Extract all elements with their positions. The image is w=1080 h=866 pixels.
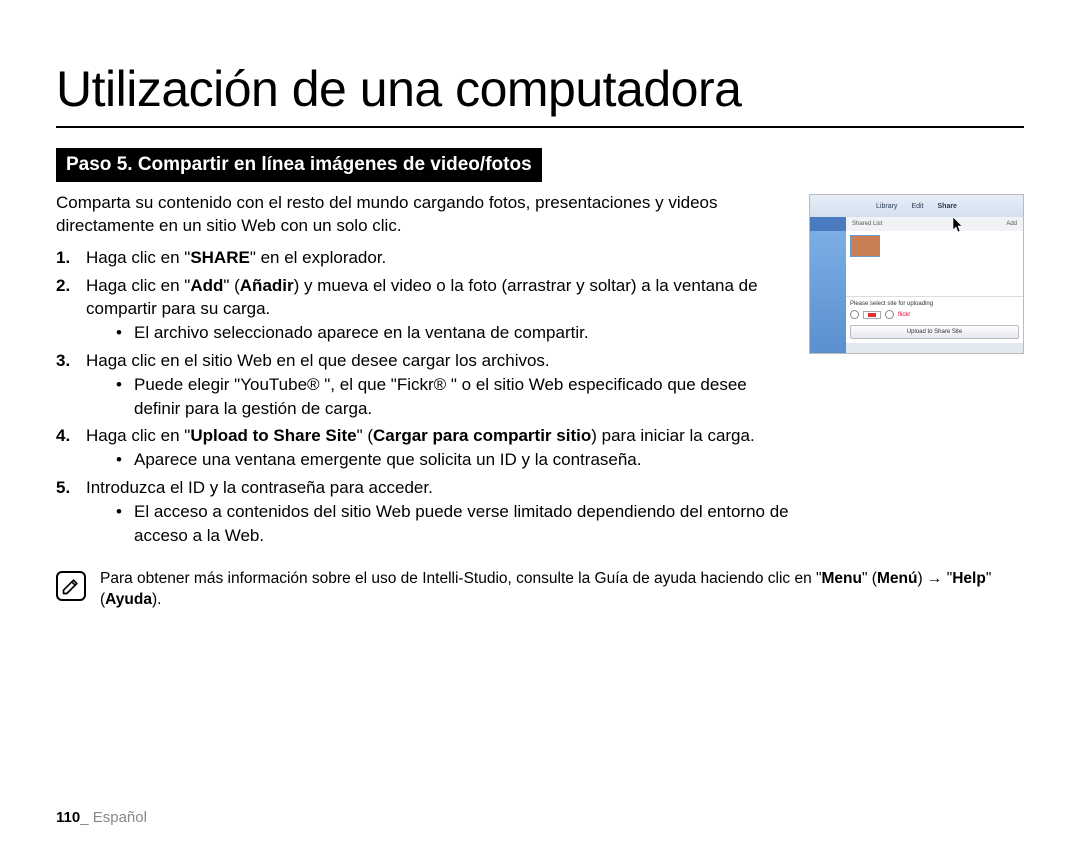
step-2-sub: El archivo seleccionado aparece en la ve…: [116, 321, 791, 345]
share-screenshot: Library Edit Share Shared ListAdd Please…: [809, 194, 1024, 354]
note-text: Para obtener más información sobre el us…: [100, 569, 1024, 611]
step-1: Haga clic en "SHARE" en el explorador.: [56, 246, 791, 270]
note-icon: [56, 571, 86, 601]
thumbnail: [850, 235, 880, 257]
step-5-sub: El acceso a contenidos del sitio Web pue…: [116, 500, 791, 548]
cursor-icon: [952, 216, 966, 234]
step-3: Haga clic en el sitio Web en el que dese…: [56, 349, 791, 420]
page-footer: 110_ Español: [56, 809, 147, 826]
step-5: Introduzca el ID y la contraseña para ac…: [56, 476, 791, 547]
tab-share: Share: [938, 203, 957, 210]
tab-library: Library: [876, 203, 897, 210]
step-banner: Paso 5. Compartir en línea imágenes de v…: [56, 148, 542, 182]
step-2: Haga clic en "Add" (Añadir) y mueva el v…: [56, 274, 791, 345]
step-4: Haga clic en "Upload to Share Site" (Car…: [56, 424, 791, 472]
upload-site-label: Please select site for uploading: [850, 301, 1019, 307]
intro-text: Comparta su contenido con el resto del m…: [56, 192, 791, 238]
step-3-sub: Puede elegir "YouTube® ", el que "Fickr®…: [116, 373, 791, 421]
step-4-sub: Aparece una ventana emergente que solici…: [116, 448, 791, 472]
tab-edit: Edit: [911, 203, 923, 210]
upload-button: Upload to Share Site: [850, 325, 1019, 339]
page-title: Utilización de una computadora: [56, 60, 1024, 128]
